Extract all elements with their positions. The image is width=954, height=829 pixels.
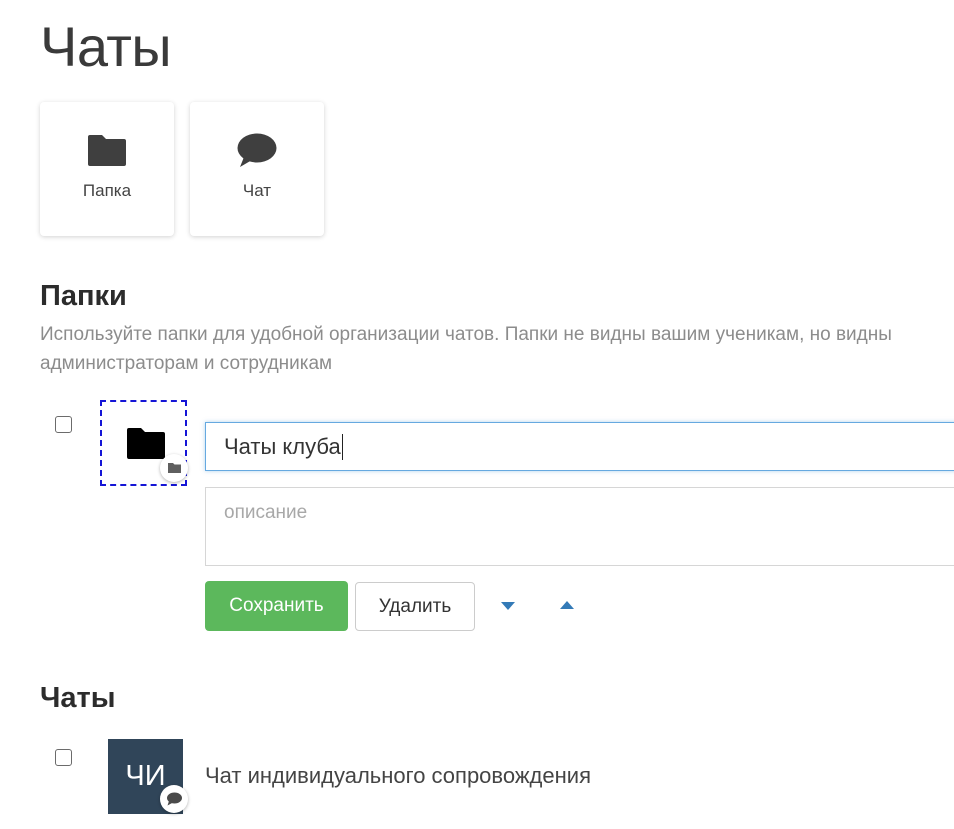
chat-name-link[interactable]: Чат индивидуального сопровождения	[205, 763, 591, 789]
folder-icon	[167, 462, 182, 474]
caret-up-icon	[560, 601, 574, 609]
chat-type-badge	[160, 785, 188, 813]
folder-type-badge	[160, 454, 188, 482]
folder-icon	[126, 426, 166, 465]
folder-icon-picker[interactable]	[100, 400, 188, 486]
folder-name-value: Чаты клуба	[224, 433, 341, 459]
create-folder-tile[interactable]: Папка	[40, 102, 174, 236]
folder-icon	[40, 133, 174, 171]
folder-description-input[interactable]: описание	[205, 487, 954, 566]
delete-button[interactable]: Удалить	[355, 582, 475, 631]
text-caret	[341, 433, 344, 460]
chat-checkbox[interactable]	[55, 749, 72, 766]
move-up-button[interactable]	[557, 597, 577, 613]
chat-bubble-icon	[190, 133, 324, 171]
folder-description-placeholder: описание	[224, 502, 308, 523]
chat-avatar-initials: ЧИ	[125, 760, 166, 792]
folder-checkbox[interactable]	[55, 416, 72, 433]
caret-down-icon	[501, 602, 515, 610]
save-button[interactable]: Сохранить	[205, 581, 348, 631]
folders-section-title: Папки	[40, 280, 127, 312]
chats-section-title: Чаты	[40, 682, 116, 714]
create-chat-label: Чат	[242, 181, 272, 200]
create-folder-label: Папка	[82, 181, 132, 200]
chat-bubble-icon	[166, 792, 182, 806]
chat-avatar[interactable]: ЧИ	[108, 739, 188, 814]
create-chat-tile[interactable]: Чат	[190, 102, 324, 236]
page-title: Чаты	[40, 15, 172, 78]
folder-name-input[interactable]: Чаты клуба	[205, 422, 954, 471]
folders-section-description: Используйте папки для удобной организаци…	[40, 324, 892, 374]
chats-page: Чаты Папка Чат Папки Используйте папки д…	[0, 0, 954, 829]
move-down-button[interactable]	[498, 598, 518, 614]
